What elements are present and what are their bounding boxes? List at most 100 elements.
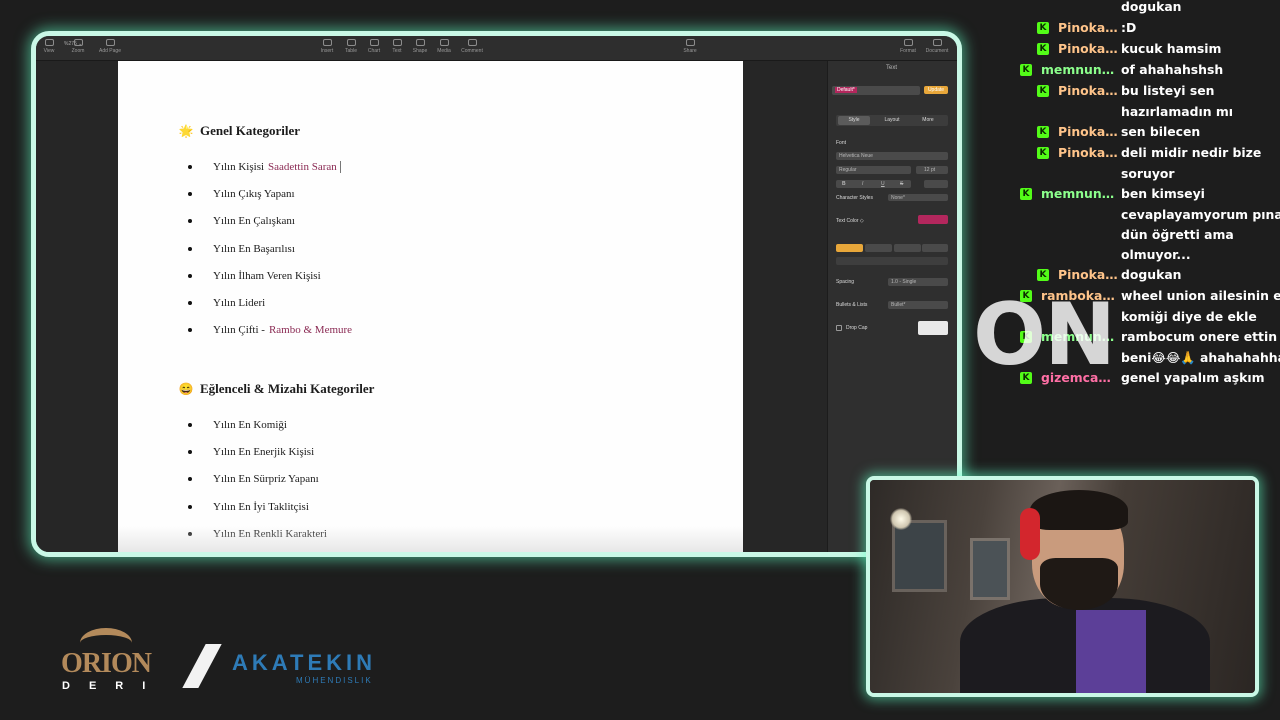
bullet-icon [188, 246, 192, 251]
tab-more[interactable]: More [912, 116, 944, 125]
chat-message: K Pinokaan kucuk hamsim [1018, 39, 1280, 59]
bullet-icon [188, 477, 192, 482]
chat-username[interactable]: memnune... [1041, 186, 1118, 201]
chat-message-text: sen bilecen [1121, 124, 1201, 139]
spacing-select[interactable]: 1.0 - Single [888, 278, 948, 286]
chat-username[interactable]: Pinokaan [1058, 145, 1118, 160]
list-item[interactable]: Yılın En İyi Taklitçisi [188, 493, 327, 520]
toolbar-text-icon [392, 39, 402, 46]
toolbar-view-button[interactable]: View [36, 39, 64, 54]
app-toolbar: %275 ⌄ View Zoom Add Page Insert Table Chart T… [36, 36, 957, 61]
list-item[interactable]: Yılın En Enerjik Kişisi [188, 438, 327, 465]
kick-badge-icon: K [1037, 85, 1049, 97]
list-item[interactable]: Yılın Kişisi Saadettin Saran [188, 153, 352, 180]
font-weight-select[interactable]: Regular [836, 166, 911, 174]
bullet-icon [188, 164, 192, 169]
strikethrough-button[interactable]: S [900, 181, 903, 187]
bullet-icon [188, 219, 192, 224]
tab-style[interactable]: Style [838, 116, 870, 125]
toolbar-label: Add Page [99, 48, 121, 54]
text-options-button[interactable] [924, 180, 948, 188]
text-cursor [339, 160, 341, 173]
chat-message: K Pinokaan bu listeyi sen [1018, 81, 1280, 101]
toolbar-comment-button[interactable]: Comment [457, 39, 487, 54]
chat-username[interactable]: Pinokaan [1058, 41, 1118, 56]
paragraph-style-select[interactable]: Default* [832, 86, 920, 95]
chat-message-text: :D [1121, 20, 1137, 35]
chat-message: K Pinokaan sen bilecen [1018, 122, 1280, 142]
document-margin-right [743, 61, 827, 552]
list-item[interactable]: Yılın Çıkış Yapanı [188, 180, 352, 207]
list-item[interactable]: Yılın İlham Veren Kişisi [188, 262, 352, 289]
chat-message-continuation: hazırlamadın mı [1121, 104, 1234, 119]
chat-message-text: dogukan [1121, 267, 1182, 282]
star-emoji-icon: 🌟 [178, 124, 194, 138]
toolbar-media-button[interactable]: Media [429, 39, 459, 54]
kick-badge-icon: K [1037, 22, 1049, 34]
toolbar-share-icon [685, 39, 695, 46]
category-heading: 😄 Eğlenceli & Mizahi Kategoriler [178, 381, 375, 397]
toolbar-add-page-button[interactable]: Add Page [95, 39, 125, 54]
character-styles-select[interactable]: None* [888, 194, 948, 201]
paragraph-style-value: Default* [835, 87, 857, 93]
toolbar-add-page-icon [105, 39, 115, 46]
indent-controls[interactable] [836, 257, 948, 265]
list-item[interactable]: Yılın En Komiği [188, 411, 327, 438]
text-color-well[interactable] [918, 215, 948, 224]
chat-message-continuation: komiği diye de ekle [1121, 309, 1257, 324]
webcam-door [970, 538, 1010, 600]
text-style-buttons: B I U S [836, 180, 911, 188]
toolbar-label: Text [392, 48, 402, 54]
headphones-icon [1020, 508, 1040, 560]
align-center-button[interactable] [865, 244, 892, 252]
tab-layout[interactable]: Layout [876, 116, 908, 125]
update-style-button[interactable]: Update [924, 86, 948, 94]
chat-username[interactable]: memnune... [1041, 62, 1118, 77]
document-page[interactable]: 🌟 Genel Kategoriler Yılın Kişisi Saadettin … [118, 61, 743, 552]
chat-message: K Pinokaan dogukan [1018, 265, 1280, 285]
category-list: Yılın Kişisi Saadettin Saran Yılın Çıkış Y… [188, 153, 352, 344]
chat-message-text: genel yapalım aşkım [1121, 370, 1265, 385]
list-item[interactable]: Yılın En Başarılısı [188, 235, 352, 262]
toolbar-insert-icon [322, 39, 332, 46]
list-item[interactable]: Yılın En Sürpriz Yapanı [188, 466, 327, 493]
bullet-icon [188, 504, 192, 509]
chat-username[interactable]: Pinokaan [1058, 124, 1118, 139]
chat-message-text: bu listeyi sen [1121, 83, 1215, 98]
drop-cap-checkbox[interactable] [836, 325, 842, 331]
toolbar-document-button[interactable]: Document [922, 39, 952, 54]
drop-cap-style-picker[interactable] [918, 321, 948, 335]
font-size-stepper[interactable]: 12 pt [916, 166, 948, 174]
list-item-text: Yılın Çıkış Yapanı [213, 187, 295, 200]
list-item[interactable]: Yılın Çifti - Rambo & Memure [188, 317, 352, 344]
align-right-button[interactable] [894, 244, 921, 252]
align-justify-button[interactable] [922, 244, 948, 252]
chat-username[interactable]: Pinokaan [1058, 20, 1118, 35]
chat-message-text: of ahahahshsh [1121, 62, 1224, 77]
chat-message-text: wheel union ailesinin en [1121, 288, 1280, 303]
font-label: Font [836, 140, 847, 146]
bullets-select[interactable]: Bullet* [888, 301, 948, 309]
toolbar-media-icon [439, 39, 449, 46]
toolbar-format-icon [903, 39, 913, 46]
toolbar-format-button[interactable]: Format [893, 39, 923, 54]
font-name-select[interactable]: Helvetica Neue [836, 152, 948, 160]
toolbar-view-icon [44, 39, 54, 46]
list-item[interactable]: Yılın Lideri [188, 289, 352, 316]
kick-badge-icon: K [1037, 147, 1049, 159]
align-left-button[interactable] [836, 244, 863, 252]
toolbar-share-button[interactable]: Share [675, 39, 705, 54]
bullet-icon [188, 301, 192, 306]
bold-button[interactable]: B [842, 181, 846, 187]
webcam-frame [866, 476, 1259, 697]
spacing-label[interactable]: Spacing [836, 279, 854, 285]
chat-message-text: kucuk hamsim [1121, 41, 1222, 56]
chat-username[interactable]: Pinokaan [1058, 83, 1118, 98]
italic-button[interactable]: I [862, 181, 863, 187]
underline-button[interactable]: U [881, 181, 885, 187]
chat-username[interactable]: Pinokaan [1058, 267, 1118, 282]
list-item[interactable]: Yılın En Çalışkanı [188, 208, 352, 235]
toolbar-zoom-button[interactable]: Zoom [63, 39, 93, 54]
list-item-highlight: Saadettin Saran [268, 160, 337, 173]
bullets-label[interactable]: Bullets & Lists [836, 302, 867, 308]
